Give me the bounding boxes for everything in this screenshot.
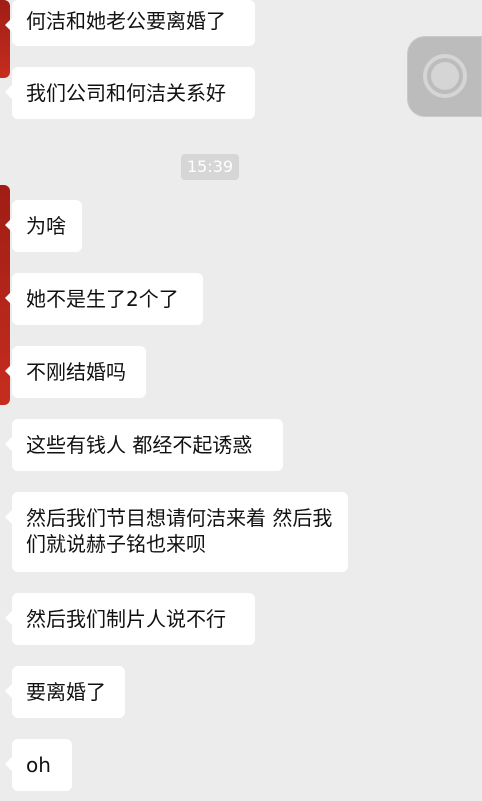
timestamp: 15:39 bbox=[181, 154, 239, 180]
floating-button-dot-icon bbox=[431, 62, 459, 90]
chat-area: 何洁和她老公要离婚了 我们公司和何洁关系好 15:39 为啥 她不是生了2个了 … bbox=[0, 0, 482, 801]
message-text: 然后我们制片人说不行 bbox=[26, 607, 226, 631]
message-text: 为啥 bbox=[26, 214, 66, 238]
message-text: 不刚结婚吗 bbox=[26, 360, 126, 384]
message-text: 她不是生了2个了 bbox=[26, 287, 179, 311]
message-bubble[interactable]: 然后我们节目想请何洁来着 然后我们就说赫子铭也来呗 bbox=[5, 492, 348, 572]
sender-avatar[interactable] bbox=[0, 0, 10, 78]
message-bubble[interactable]: 何洁和她老公要离婚了 bbox=[5, 0, 255, 46]
message-text: 然后我们节目想请何洁来着 然后我们就说赫子铭也来呗 bbox=[26, 506, 333, 556]
message-bubble[interactable]: 我们公司和何洁关系好 bbox=[5, 67, 255, 119]
message-bubble[interactable]: 要离婚了 bbox=[5, 666, 125, 718]
message-bubble[interactable]: 然后我们制片人说不行 bbox=[5, 593, 255, 645]
message-text: 要离婚了 bbox=[26, 680, 106, 704]
message-bubble[interactable]: 这些有钱人 都经不起诱惑 bbox=[5, 419, 283, 471]
message-bubble[interactable]: oh bbox=[5, 739, 72, 791]
message-text: 这些有钱人 都经不起诱惑 bbox=[26, 433, 253, 457]
message-bubble[interactable]: 不刚结婚吗 bbox=[5, 346, 146, 398]
message-text: oh bbox=[26, 753, 51, 777]
message-text: 何洁和她老公要离婚了 bbox=[26, 9, 226, 33]
floating-button[interactable] bbox=[407, 36, 482, 117]
message-text: 我们公司和何洁关系好 bbox=[26, 81, 226, 105]
message-bubble[interactable]: 她不是生了2个了 bbox=[5, 273, 203, 325]
message-bubble[interactable]: 为啥 bbox=[5, 200, 82, 252]
